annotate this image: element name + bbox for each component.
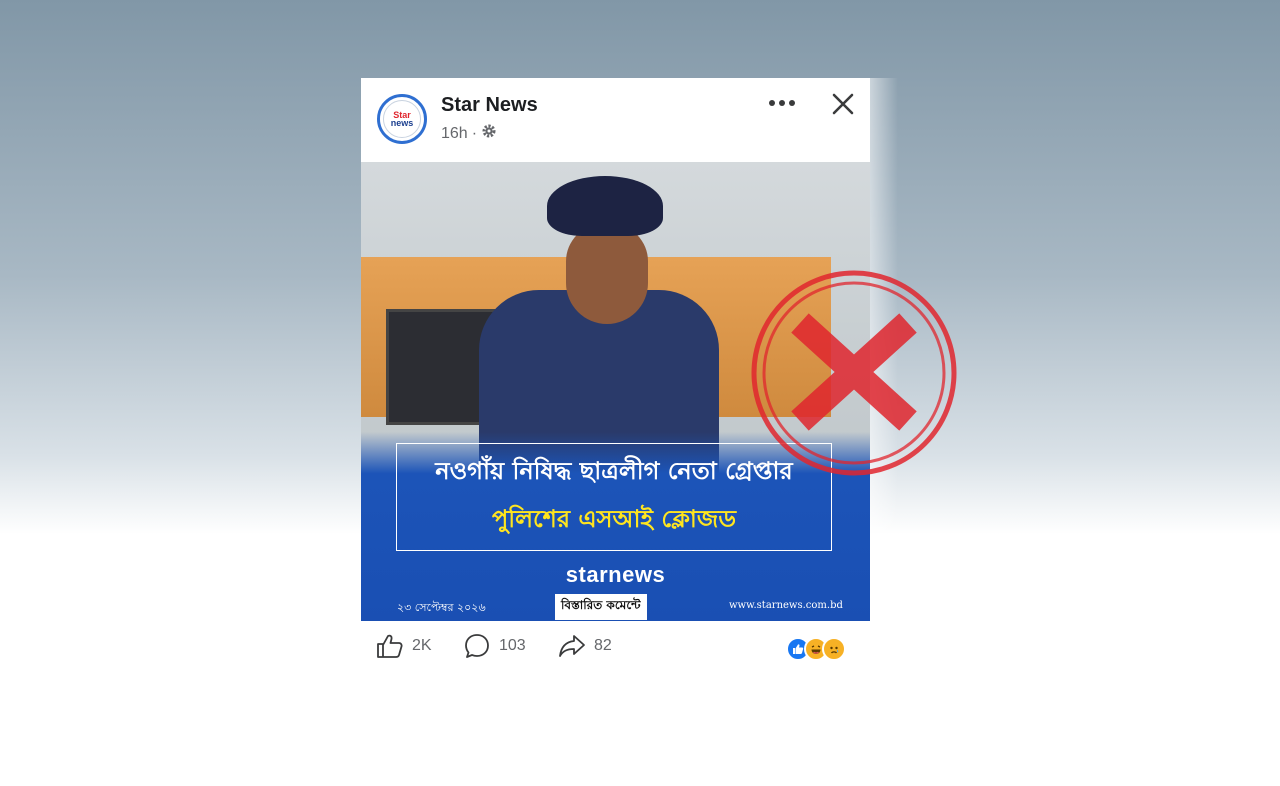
post-time[interactable]: 16h [441,125,468,143]
comment-count: 103 [499,637,526,654]
image-url: www.starnews.com.bd [729,600,843,611]
post-actions-bar: 2K 103 82 [361,621,870,673]
share-count: 82 [594,637,612,654]
more-options-button[interactable] [765,90,799,116]
image-date: ২৩ সেপ্টেম্বর ২০২৬ [397,601,486,614]
post-meta: 16h · [441,123,497,144]
like-button[interactable]: 2K [376,631,432,661]
star-news-logo: Star news [383,100,421,138]
thumbs-up-icon [377,634,403,658]
page-name-link[interactable]: Star News [441,94,538,117]
sad-reaction-icon [822,637,846,661]
like-count: 2K [412,637,432,654]
gear-icon[interactable] [481,123,497,144]
headline-line-2: পুলিশের এসআই ক্লোজড [491,505,736,533]
brand-logo-text: starnews [565,562,666,587]
share-button[interactable]: 82 [558,631,612,661]
headline-line-1: নওগাঁয় নিষিদ্ধ ছাত্রলীগ নেতা গ্রেপ্তার [435,457,793,485]
comment-button[interactable]: 103 [463,631,526,661]
comment-icon [465,634,489,658]
close-icon [832,93,854,115]
photo-police-cap [547,176,663,236]
red-x-stamp [748,267,960,479]
page-avatar[interactable]: Star news [377,94,427,144]
close-button[interactable] [827,88,859,120]
reaction-summary[interactable] [786,637,846,661]
meta-separator: · [471,124,478,142]
post-header: Star news Star News 16h · [361,78,870,162]
image-cta-label: বিস্তারিত কমেন্টে [555,594,647,620]
avatar-text-bottom: news [390,118,414,128]
photo-face [566,224,648,324]
more-horizontal-icon [769,100,795,106]
share-icon [559,635,585,657]
